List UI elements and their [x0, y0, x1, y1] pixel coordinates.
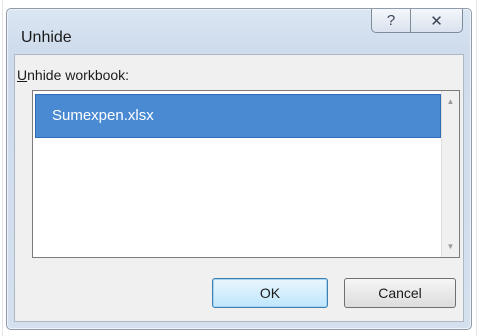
- grid-line: [2, 0, 3, 336]
- close-button[interactable]: ✕: [411, 9, 463, 33]
- scroll-up-arrow-icon[interactable]: ▲: [442, 93, 459, 110]
- cancel-button[interactable]: Cancel: [344, 278, 456, 308]
- title-bar[interactable]: Unhide ? ✕: [7, 9, 471, 53]
- dialog-title: Unhide: [21, 29, 72, 46]
- ok-button[interactable]: OK: [212, 278, 328, 308]
- help-button[interactable]: ?: [371, 9, 411, 33]
- help-icon: ?: [386, 12, 396, 29]
- workbook-listbox[interactable]: Sumexpen.xlsx ▲ ▼: [32, 90, 460, 258]
- label-text: nhide workbook:: [27, 67, 130, 83]
- label-accelerator: U: [17, 67, 28, 83]
- vertical-scrollbar[interactable]: ▲ ▼: [441, 91, 459, 257]
- scroll-down-arrow-icon[interactable]: ▼: [442, 238, 459, 255]
- unhide-workbook-label: Unhide workbook:: [17, 67, 129, 83]
- caption-buttons: ? ✕: [371, 9, 463, 35]
- list-item-selected[interactable]: Sumexpen.xlsx: [35, 94, 441, 138]
- grid-line: [476, 0, 477, 336]
- close-icon: ✕: [430, 12, 443, 30]
